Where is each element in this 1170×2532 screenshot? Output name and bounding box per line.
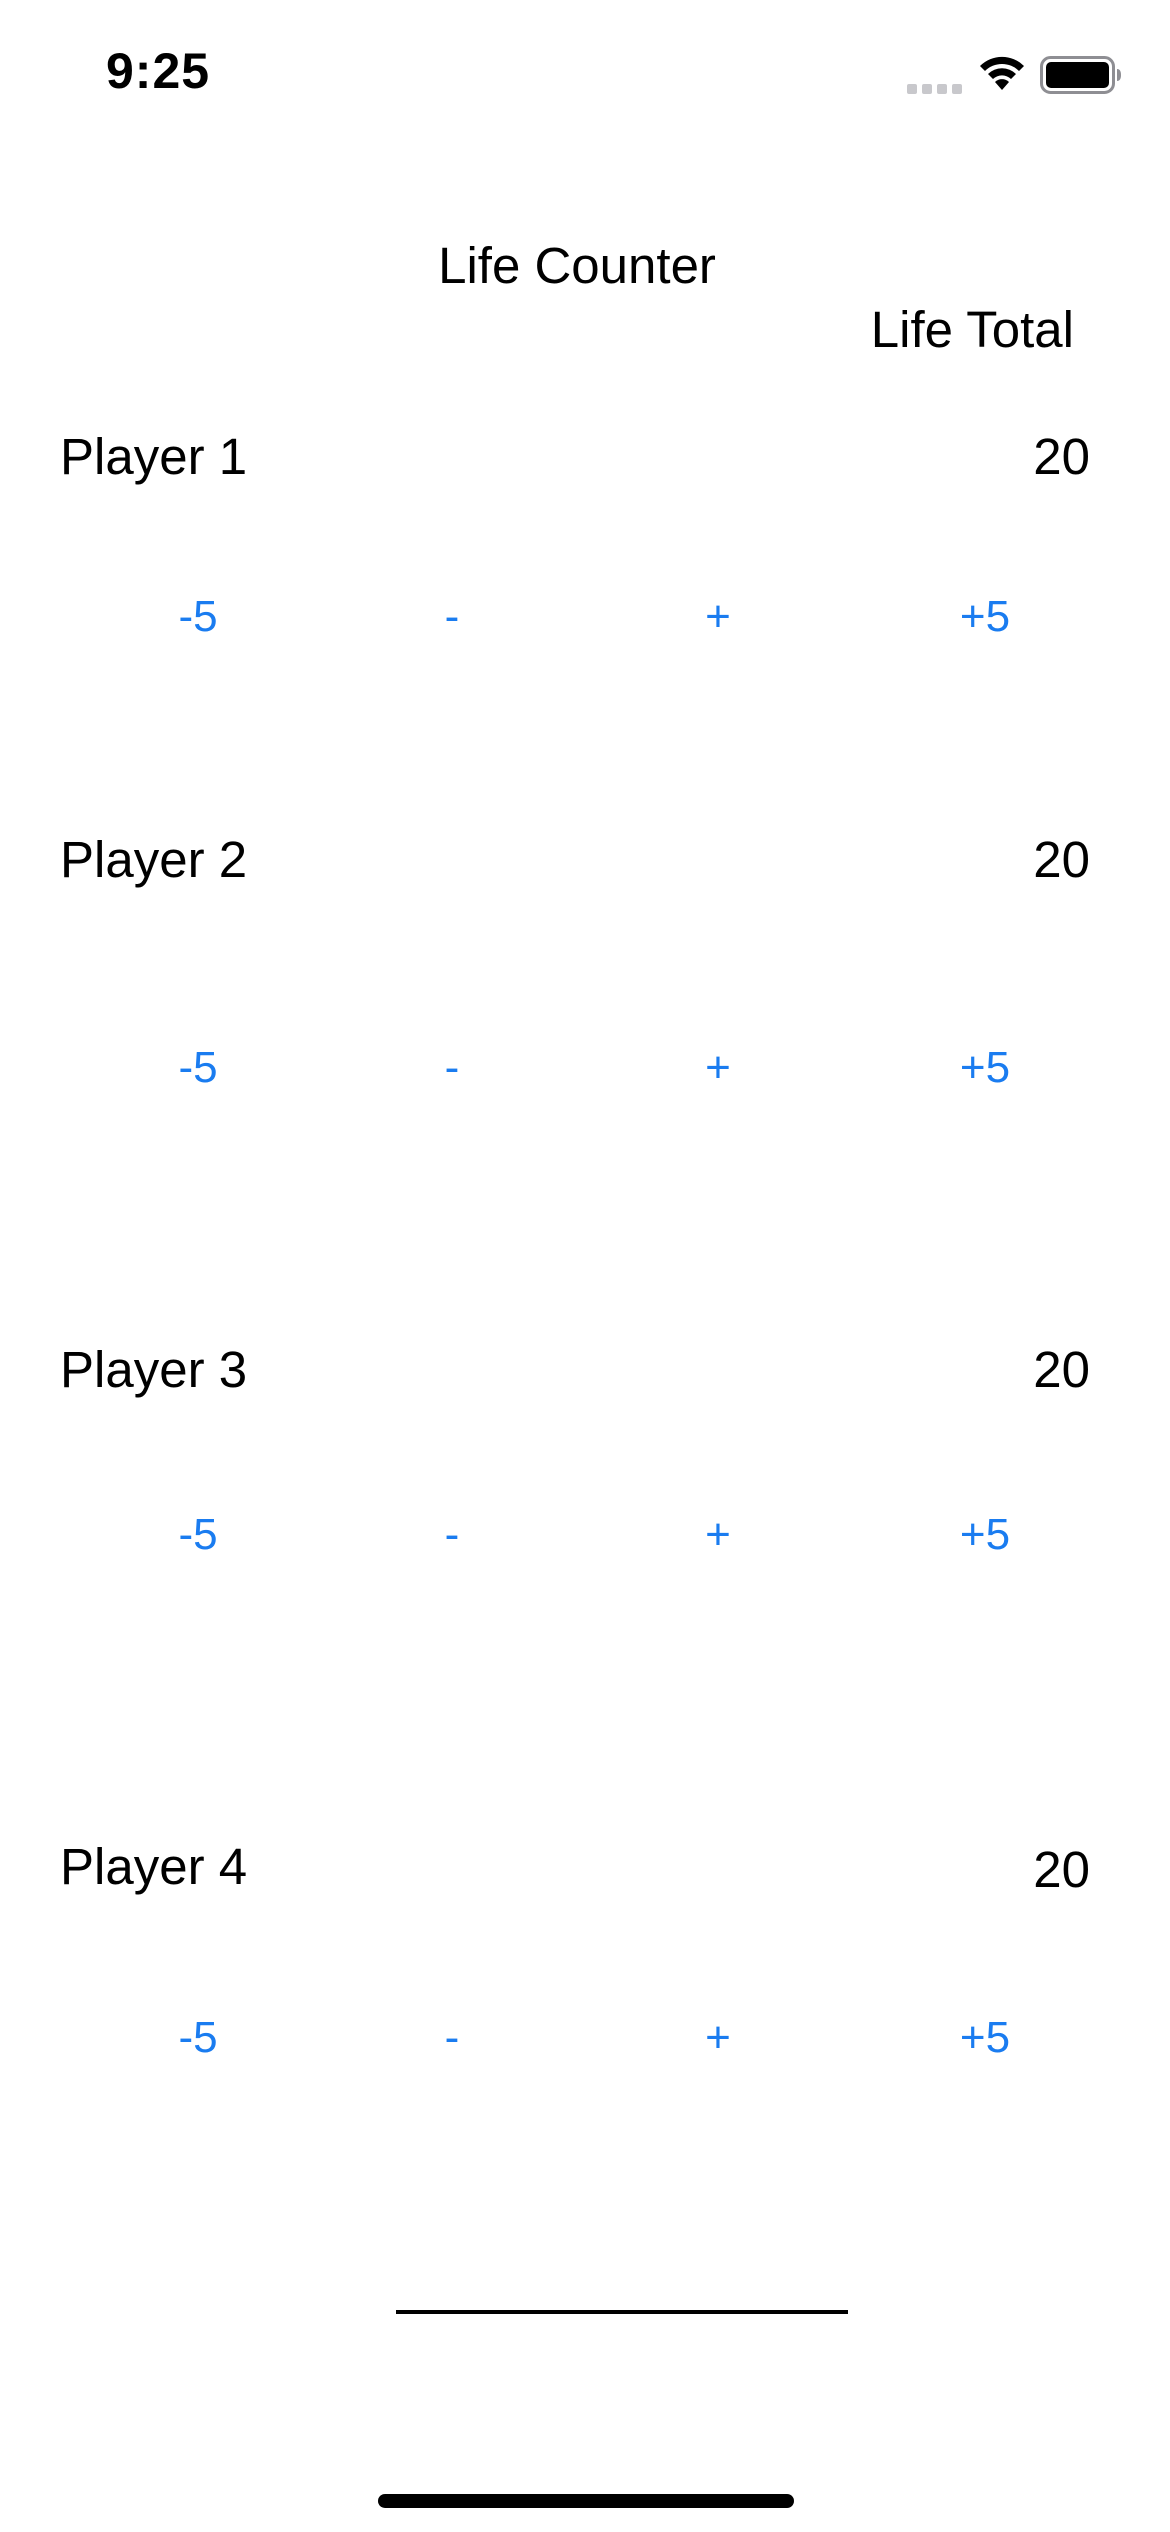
player-1-plus-1-button[interactable]: + (638, 592, 798, 642)
player-1-name: Player 1 (60, 428, 248, 485)
status-bar-time: 9:25 (106, 43, 211, 99)
player-3-plus-1-button[interactable]: + (638, 1510, 798, 1560)
player-4-plus-5-button[interactable]: +5 (905, 2013, 1065, 2063)
player-4-name: Player 4 (60, 1838, 248, 1895)
player-2-life-total: 20 (1033, 831, 1090, 888)
wifi-icon (980, 56, 1024, 90)
player-3-life-total: 20 (1033, 1341, 1090, 1398)
player-2-plus-1-button[interactable]: + (638, 1043, 798, 1093)
home-indicator[interactable] (378, 2494, 794, 2508)
battery-icon (1040, 56, 1121, 94)
player-3-minus-5-button[interactable]: -5 (118, 1510, 278, 1560)
life-total-header: Life Total (870, 301, 1074, 358)
player-2-name: Player 2 (60, 831, 248, 888)
player-3-minus-1-button[interactable]: - (372, 1510, 532, 1560)
player-2-minus-5-button[interactable]: -5 (118, 1043, 278, 1093)
player-2-plus-5-button[interactable]: +5 (905, 1043, 1065, 1093)
text-input-field[interactable] (396, 2268, 848, 2314)
player-3-name: Player 3 (60, 1341, 248, 1398)
player-1-minus-1-button[interactable]: - (372, 592, 532, 642)
player-4-minus-1-button[interactable]: - (372, 2013, 532, 2063)
player-4-plus-1-button[interactable]: + (638, 2013, 798, 2063)
player-1-plus-5-button[interactable]: +5 (905, 592, 1065, 642)
cellular-signal-icon (907, 84, 962, 94)
player-3-plus-5-button[interactable]: +5 (905, 1510, 1065, 1560)
player-4-life-total: 20 (1033, 1841, 1090, 1898)
player-1-minus-5-button[interactable]: -5 (118, 592, 278, 642)
page-title: Life Counter (438, 237, 716, 294)
player-4-minus-5-button[interactable]: -5 (118, 2013, 278, 2063)
player-2-minus-1-button[interactable]: - (372, 1043, 532, 1093)
player-1-life-total: 20 (1033, 428, 1090, 485)
